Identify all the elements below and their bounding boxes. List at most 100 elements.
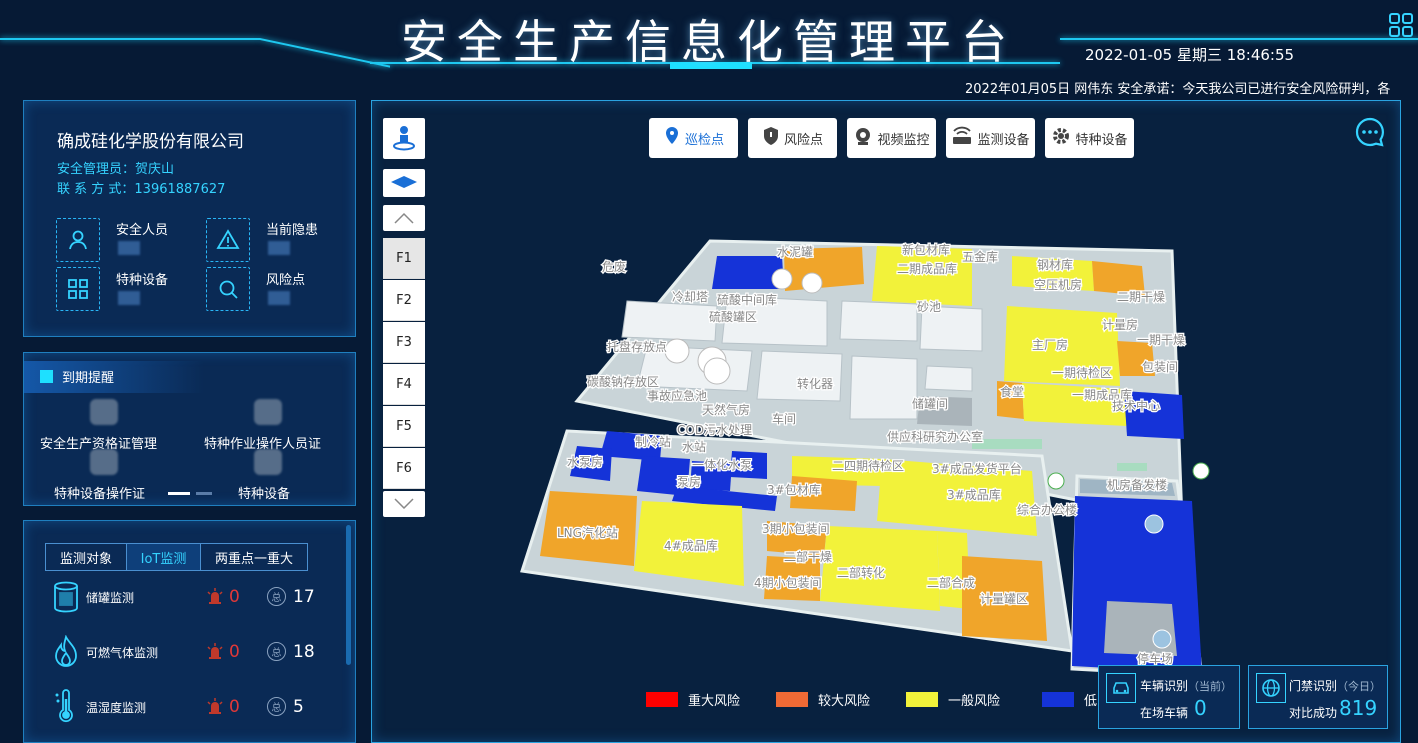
toolbar-label: 监测设备 <box>977 132 1030 148</box>
floor-f4[interactable]: F4 <box>383 364 425 405</box>
toolbar-label: 视频监控 <box>877 132 930 148</box>
building-label[interactable]: 泵房 <box>676 473 703 491</box>
building-label[interactable]: COD污水处理 <box>676 422 754 439</box>
gate-title: 门禁识别 <box>1289 679 1338 693</box>
building-label[interactable]: 二部干燥 <box>783 548 834 566</box>
vehicle-sub: （当前） <box>1188 680 1233 693</box>
legend-item: 低 <box>1042 690 1097 709</box>
building-label[interactable]: 二期干燥 <box>1116 289 1167 306</box>
building-label[interactable]: 一体化水泵 <box>691 457 754 474</box>
building-label[interactable]: 钢材库 <box>1036 256 1075 274</box>
building-label[interactable]: 技术中心 <box>1111 397 1162 415</box>
factory-3d-map[interactable]: 新包材库二期成品库五金库 钢材库空压机房二期干燥计量房一期干燥 主厂房包装间食堂 一期… <box>372 101 1402 743</box>
manager-name: 贺庆山 <box>135 162 175 177</box>
building-label[interactable]: 综合办公楼 <box>1016 501 1079 519</box>
gate-recognition-card[interactable]: 门禁识别（今日） 对比成功 819 <box>1248 665 1388 729</box>
building-label[interactable]: 事故应急池 <box>646 387 709 405</box>
stat-value-blurred <box>118 291 140 305</box>
building-label[interactable]: LNG汽化站 <box>556 524 619 542</box>
legend-swatch <box>1042 692 1074 707</box>
building-label[interactable]: 3#包材库 <box>766 481 822 499</box>
building-label[interactable]: 二部转化 <box>836 564 887 582</box>
chat-icon[interactable] <box>1354 116 1386 152</box>
tank <box>703 357 731 385</box>
building-label[interactable]: 五金库 <box>961 248 1000 266</box>
legend-item: 较大风险 <box>776 690 870 709</box>
company-name: 确成硅化学股份有限公司 <box>57 132 244 152</box>
scrollbar[interactable] <box>346 525 351 665</box>
building-label[interactable]: 供应科研究办公室 <box>886 428 985 446</box>
building-label[interactable]: 储罐间 <box>911 395 950 413</box>
floor-up-button[interactable] <box>383 205 425 231</box>
building-label[interactable]: 二四期待检区 <box>831 457 906 475</box>
parking-icon[interactable] <box>1144 514 1164 534</box>
building-label[interactable]: 制冷站 <box>634 434 673 451</box>
building-label[interactable]: 3#成品发货平台 <box>931 460 1023 478</box>
gate-icon[interactable] <box>1047 472 1065 490</box>
building-label[interactable]: 空压机房 <box>1033 276 1084 294</box>
floor-down-button[interactable] <box>383 491 425 517</box>
building-white[interactable] <box>849 355 918 420</box>
building-label[interactable]: 一期干燥 <box>1136 332 1187 349</box>
toolbar-patrol-button[interactable]: 巡检点 <box>649 118 738 158</box>
carousel-dot[interactable] <box>196 492 212 495</box>
layer-button[interactable] <box>383 169 425 197</box>
building-label[interactable]: 3#成品库 <box>946 486 1002 504</box>
toolbar-monitor-button[interactable]: 监测设备 <box>946 118 1035 158</box>
gate-icon[interactable] <box>1192 462 1210 480</box>
building-label[interactable]: 水泥罐 <box>776 244 815 261</box>
building-label[interactable]: 天然气房 <box>701 401 752 419</box>
tab-iot-monitor[interactable]: IoT监测 <box>127 544 201 570</box>
building-label[interactable]: 转化器 <box>796 375 835 393</box>
floor-f1[interactable]: F1 <box>383 238 425 279</box>
building-label[interactable]: 停车场 <box>1136 650 1175 668</box>
floor-f2[interactable]: F2 <box>383 280 425 321</box>
building-label[interactable]: 计量房 <box>1101 316 1140 334</box>
parking-area[interactable] <box>1104 601 1177 656</box>
building-label[interactable]: 食堂 <box>999 383 1026 401</box>
tab-monitor-object[interactable]: 监测对象 <box>46 544 127 570</box>
expiry-item[interactable]: 特种设备 <box>238 483 290 502</box>
building-label[interactable]: 水泵房 <box>566 453 605 471</box>
toolbar-special-equipment-button[interactable]: 特种设备 <box>1045 118 1134 158</box>
building-label[interactable]: 新包材库 <box>901 241 952 259</box>
floor-f5[interactable]: F5 <box>383 406 425 447</box>
building-label[interactable]: 托盘存放点 <box>606 338 669 356</box>
building-label[interactable]: 碳酸钠存放区 <box>586 373 661 391</box>
grid-menu-icon[interactable] <box>1388 12 1414 42</box>
building-label[interactable]: 危废 <box>601 258 628 276</box>
building-white[interactable] <box>839 300 918 342</box>
vehicle-recognition-card[interactable]: 车辆识别（当前） 在场车辆 0 <box>1098 665 1240 729</box>
building-label[interactable]: 机房备发楼 <box>1106 476 1169 494</box>
toolbar-video-button[interactable]: 视频监控 <box>847 118 936 158</box>
building-label[interactable]: 一期待检区 <box>1051 364 1114 382</box>
location-button[interactable] <box>383 118 425 159</box>
building-label[interactable]: 4期小包装间 <box>753 575 823 592</box>
building-label[interactable]: 计量罐区 <box>979 591 1030 608</box>
building-white[interactable] <box>756 350 843 402</box>
building-label[interactable]: 二部合成 <box>926 574 977 592</box>
floor-f6[interactable]: F6 <box>383 448 425 489</box>
carousel-dot-active[interactable] <box>168 492 190 495</box>
expiry-item[interactable]: 特种设备操作证 <box>54 483 145 502</box>
parking-icon[interactable] <box>1152 629 1172 649</box>
building-label[interactable]: 硫酸中间库 <box>716 291 779 309</box>
building-label[interactable]: 二期成品库 <box>896 260 959 278</box>
toolbar-risk-button[interactable]: 风险点 <box>748 118 837 158</box>
building-white[interactable] <box>924 365 973 392</box>
building-label[interactable]: 车间 <box>771 410 798 428</box>
building-label[interactable]: 冷却塔 <box>671 289 710 306</box>
contact-phone: 13961887627 <box>134 182 226 197</box>
building-label[interactable]: 水站 <box>681 439 708 456</box>
building-label[interactable]: 硫酸罐区 <box>708 308 759 326</box>
building-label[interactable]: 4#成品库 <box>663 537 719 555</box>
building-label[interactable]: 砂池 <box>916 299 943 316</box>
building-label[interactable]: 主厂房 <box>1031 336 1070 354</box>
building-white[interactable] <box>621 300 718 342</box>
gear-icon <box>1051 126 1071 150</box>
building-label[interactable]: 3期小包装间 <box>761 521 831 538</box>
dashboard: 安全生产信息化管理平台 2022-01-05 星期三 18:46:55 2022… <box>0 0 1418 743</box>
building-label[interactable]: 包装间 <box>1141 359 1180 376</box>
tab-key-hazards[interactable]: 两重点一重大 <box>201 544 307 570</box>
floor-f3[interactable]: F3 <box>383 322 425 363</box>
